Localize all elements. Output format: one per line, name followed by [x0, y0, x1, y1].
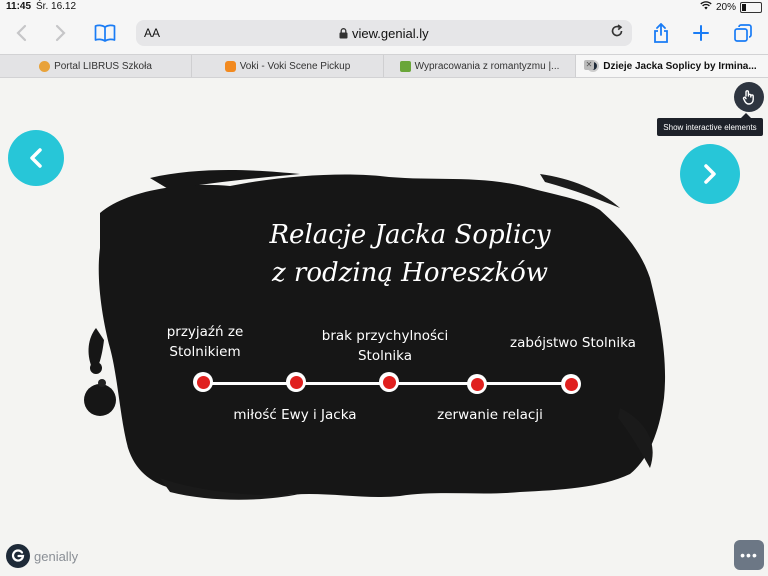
- genially-brand: genially: [34, 548, 79, 564]
- genially-logo[interactable]: genially: [6, 544, 78, 568]
- ole-favicon-icon: [399, 60, 411, 72]
- event-label-line: Stolnikiem: [169, 344, 241, 360]
- event-label-line: brak przychylności: [321, 328, 449, 344]
- event-label-line: przyjaźń ze: [166, 324, 244, 340]
- timeline-point[interactable]: [379, 372, 399, 392]
- previous-slide-button[interactable]: [8, 130, 64, 186]
- tab-wypracowania[interactable]: Wypracowania z romantyzmu |...: [384, 55, 576, 77]
- browser-toolbar: AA view.genial.ly: [0, 14, 768, 54]
- timeline-point[interactable]: [467, 374, 487, 394]
- status-bar: 11:45 Śr. 16.12 20%: [0, 0, 768, 14]
- reload-icon[interactable]: [610, 24, 624, 42]
- timeline-point[interactable]: [193, 372, 213, 392]
- event-label-murder: zabójstwo Stolnika: [498, 333, 648, 353]
- address-bar[interactable]: AA view.genial.ly: [136, 20, 632, 46]
- lock-icon: [339, 26, 352, 41]
- slide-title-line-2: z rodziną Horeszków: [271, 258, 549, 288]
- librus-favicon-icon: [39, 60, 51, 72]
- status-time: 11:45: [6, 1, 32, 12]
- chevron-right-icon: [704, 164, 716, 184]
- url-text: view.genial.ly: [352, 25, 429, 41]
- tab-label: Dzieje Jacka Soplicy by Irmina...: [603, 60, 757, 72]
- tab-bar: Portal LIBRUS Szkoła Voki - Voki Scene P…: [0, 54, 768, 78]
- genially-presentation: Show interactive elements Relacje Jacka …: [0, 78, 768, 576]
- event-label-line: Stolnika: [357, 348, 413, 364]
- tab-voki[interactable]: Voki - Voki Scene Pickup: [192, 55, 384, 77]
- slide-title-line-1: Relacje Jacka Soplicy: [269, 220, 551, 250]
- interactive-elements-tooltip: Show interactive elements: [657, 113, 763, 136]
- event-label-line: zabójstwo Stolnika: [510, 335, 636, 351]
- new-tab-icon[interactable]: [688, 20, 714, 46]
- next-slide-button[interactable]: [680, 144, 740, 204]
- battery-icon: [740, 1, 762, 13]
- genially-logo-icon: [6, 544, 30, 568]
- url-field[interactable]: view.genial.ly: [136, 26, 632, 41]
- timeline-point[interactable]: [561, 374, 581, 394]
- voki-favicon-icon: [224, 60, 236, 72]
- event-label-breakup: zerwanie relacji: [437, 407, 543, 423]
- chevron-left-icon: [30, 148, 42, 168]
- more-options-button[interactable]: •••: [734, 540, 764, 570]
- show-interactive-elements-button[interactable]: [734, 82, 764, 112]
- event-label-friendship: przyjaźń ze Stolnikiem: [150, 322, 260, 362]
- share-icon[interactable]: [648, 20, 674, 46]
- tab-label: Voki - Voki Scene Pickup: [239, 60, 351, 72]
- wifi-icon: [700, 1, 712, 13]
- back-icon[interactable]: [8, 20, 34, 46]
- event-label-love: miłość Ewy i Jacka: [233, 407, 357, 423]
- tab-label: Wypracowania z romantyzmu |...: [414, 60, 560, 72]
- status-right: 20%: [700, 1, 762, 13]
- slide-title: Relacje Jacka Soplicy z rodziną Horeszkó…: [220, 216, 600, 292]
- close-tab-icon[interactable]: ✕: [584, 60, 594, 70]
- tabs-overview-icon[interactable]: [730, 20, 756, 46]
- battery-percent: 20%: [715, 1, 736, 13]
- tab-librus[interactable]: Portal LIBRUS Szkoła: [0, 55, 192, 77]
- event-label-disfavor: brak przychylności Stolnika: [310, 326, 460, 366]
- tab-label: Portal LIBRUS Szkoła: [54, 60, 152, 72]
- hand-pointer-icon: [742, 90, 754, 105]
- timeline-point[interactable]: [286, 372, 306, 392]
- forward-icon[interactable]: [48, 20, 74, 46]
- tab-dzieje-jacka[interactable]: ✕ Dzieje Jacka Soplicy by Irmina...: [576, 55, 768, 77]
- ellipsis-icon: •••: [740, 547, 758, 563]
- bookmarks-icon[interactable]: [92, 20, 118, 46]
- status-date: Śr. 16.12: [36, 1, 77, 12]
